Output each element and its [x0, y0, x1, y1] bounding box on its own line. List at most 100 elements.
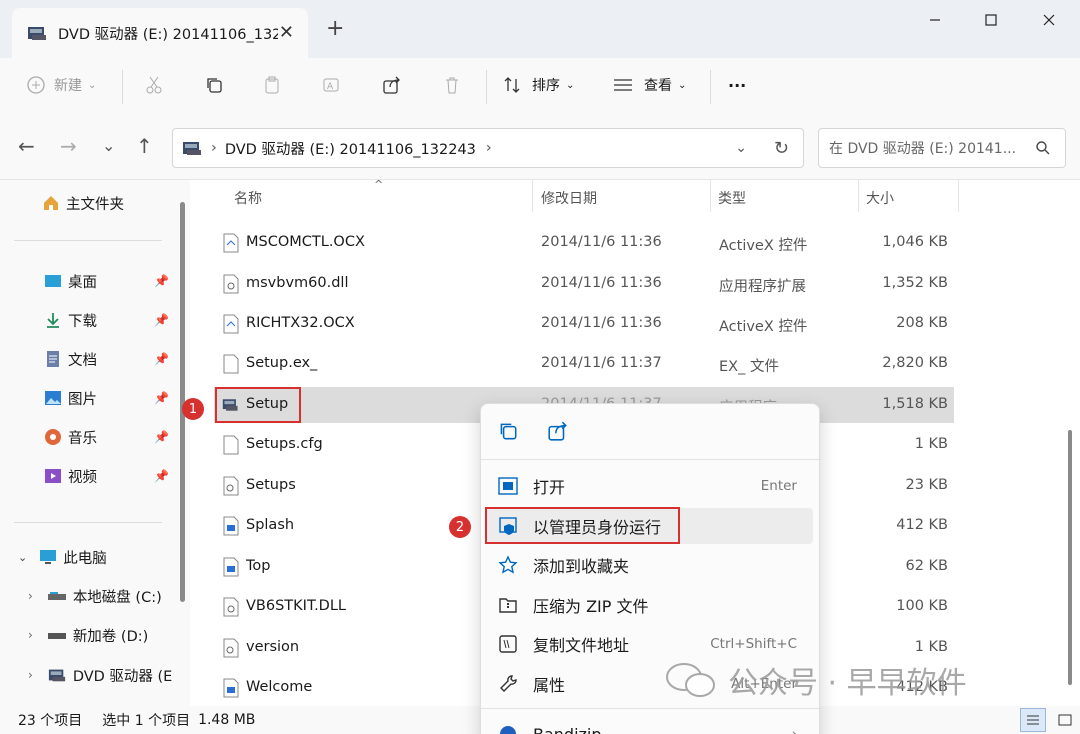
file-size: 1,352 KB: [882, 275, 948, 291]
view-icon: [614, 79, 632, 91]
sidebar-item-home[interactable]: 主文件夹: [0, 188, 175, 218]
tiles-view-button[interactable]: [1052, 708, 1078, 732]
sidebar-item-desktop[interactable]: 桌面 📌: [0, 266, 175, 296]
view-button[interactable]: 查看 ⌄: [612, 70, 686, 100]
sidebar-item-drive-c[interactable]: › 本地磁盘 (C:): [0, 581, 175, 611]
file-size: 100 KB: [896, 598, 948, 614]
close-button[interactable]: [1026, 8, 1072, 32]
details-view-button[interactable]: [1020, 708, 1046, 732]
tab-dvd-drive[interactable]: DVD 驱动器 (E:) 20141106_132243 ✕: [12, 8, 308, 58]
sidebar-item-drive-d[interactable]: › 新加卷 (D:): [0, 620, 175, 650]
breadcrumb-separator-icon: ›: [211, 140, 217, 156]
copy-button[interactable]: [204, 70, 224, 100]
menu-item-shortcut: Ctrl+Shift+C: [710, 636, 797, 652]
column-header-name[interactable]: 名称: [234, 188, 262, 218]
content-scrollbar[interactable]: [1068, 430, 1072, 685]
chevron-down-icon: ⌄: [88, 79, 97, 91]
menu-item-bandizip[interactable]: Bandizip ›: [485, 716, 813, 734]
menu-item-label: 复制文件地址: [533, 636, 630, 655]
up-arrow-icon[interactable]: ↑: [136, 134, 153, 158]
sort-icon: [504, 77, 520, 93]
menu-item-label: 压缩为 ZIP 文件: [533, 597, 649, 616]
chevron-right-icon[interactable]: ›: [28, 628, 33, 642]
file-date: 2014/11/6 11:36: [541, 315, 662, 331]
breadcrumb-path[interactable]: DVD 驱动器 (E:) 20141106_132243: [225, 138, 476, 159]
column-divider[interactable]: [958, 180, 959, 212]
settings-file-icon: [223, 476, 239, 496]
address-field[interactable]: › DVD 驱动器 (E:) 20141106_132243 › ⌄ ↻: [172, 128, 804, 168]
sidebar-item-drive-e[interactable]: › DVD 驱动器 (E: [0, 660, 175, 690]
trash-icon: [446, 77, 458, 94]
file-type: ActiveX 控件: [719, 319, 808, 335]
sidebar-item-pictures[interactable]: 图片 📌: [0, 383, 175, 413]
back-arrow-icon[interactable]: ←: [18, 134, 35, 158]
sidebar-item-music[interactable]: 音乐 📌: [0, 422, 175, 452]
share-button[interactable]: [382, 70, 402, 100]
chevron-down-icon[interactable]: ⌄: [18, 551, 27, 564]
delete-button[interactable]: [442, 70, 462, 100]
menu-item-add-favorites[interactable]: 添加到收藏夹: [485, 547, 813, 583]
table-row[interactable]: msvbvm60.dll 2014/11/6 11:36 应用程序扩展 1,35…: [214, 266, 954, 302]
new-button[interactable]: 新建 ⌄: [26, 70, 96, 100]
sidebar-item-videos[interactable]: 视频 📌: [0, 461, 175, 491]
column-divider[interactable]: [710, 180, 711, 212]
address-dropdown-icon[interactable]: ⌄: [735, 140, 747, 156]
more-options-button[interactable]: ···: [728, 70, 746, 100]
chevron-right-icon[interactable]: ›: [28, 668, 33, 682]
pin-icon[interactable]: 📌: [154, 430, 169, 444]
table-row[interactable]: RICHTX32.OCX 2014/11/6 11:36 ActiveX 控件 …: [214, 306, 954, 342]
search-input[interactable]: 在 DVD 驱动器 (E:) 20141...: [818, 128, 1066, 168]
share-button[interactable]: [547, 420, 569, 446]
chevron-right-icon[interactable]: ›: [28, 589, 33, 603]
selection-size: 1.48 MB: [198, 712, 256, 728]
context-quick-actions: [481, 404, 821, 460]
column-divider[interactable]: [532, 180, 533, 212]
sidebar-item-label: 图片: [68, 391, 97, 408]
refresh-icon[interactable]: ↻: [774, 138, 789, 159]
table-row[interactable]: MSCOMCTL.OCX 2014/11/6 11:36 ActiveX 控件 …: [214, 225, 954, 261]
copy-button[interactable]: [497, 420, 519, 446]
share-icon: [383, 76, 400, 94]
wrench-icon: [497, 673, 519, 695]
pin-icon[interactable]: 📌: [154, 274, 169, 288]
rename-button[interactable]: A: [322, 70, 342, 100]
maximize-button[interactable]: [968, 8, 1014, 32]
forward-arrow-icon[interactable]: →: [60, 134, 77, 158]
pin-icon[interactable]: 📌: [154, 469, 169, 483]
sidebar-item-this-pc[interactable]: ⌄ 此电脑: [0, 542, 175, 572]
recent-chevron-icon[interactable]: ⌄: [102, 136, 115, 155]
table-row[interactable]: Setup.ex_ 2014/11/6 11:37 EX_ 文件 2,820 K…: [214, 346, 954, 382]
column-header-type[interactable]: 类型: [718, 188, 746, 218]
cut-button[interactable]: [144, 70, 164, 100]
sidebar-item-label: 桌面: [68, 274, 97, 291]
menu-item-copy-path[interactable]: 复制文件地址 Ctrl+Shift+C: [485, 626, 813, 662]
chevron-down-icon: ⌄: [566, 79, 575, 91]
new-tab-button[interactable]: +: [326, 16, 344, 41]
file-name: VB6STKIT.DLL: [246, 598, 347, 614]
paste-button[interactable]: [262, 70, 282, 100]
pin-icon[interactable]: 📌: [154, 391, 169, 405]
sidebar-item-downloads[interactable]: 下载 📌: [0, 305, 175, 335]
file-size: 1,518 KB: [882, 396, 948, 412]
divider: [14, 240, 162, 241]
minimize-icon: [930, 19, 940, 21]
watermark-text: 公众号 · 早早软件: [728, 666, 967, 701]
tab-close-icon[interactable]: ✕: [279, 22, 294, 43]
plus-circle-icon: [27, 76, 45, 94]
sidebar-item-documents[interactable]: 文档 📌: [0, 344, 175, 374]
file-size: 1 KB: [914, 436, 948, 452]
column-divider[interactable]: [858, 180, 859, 212]
pin-icon[interactable]: 📌: [154, 352, 169, 366]
file-name: Splash: [246, 517, 295, 533]
rename-icon: A: [323, 78, 339, 92]
pin-icon[interactable]: 📌: [154, 313, 169, 327]
minimize-button[interactable]: [912, 8, 958, 32]
file-icon: [223, 314, 239, 334]
menu-item-open[interactable]: 打开 Enter: [485, 468, 813, 504]
sidebar-item-label: 文档: [68, 352, 97, 369]
highlight-box-setup: [215, 387, 301, 423]
menu-item-compress-zip[interactable]: 压缩为 ZIP 文件: [485, 587, 813, 623]
sort-button[interactable]: 排序 ⌄: [502, 70, 574, 100]
column-header-date[interactable]: 修改日期: [541, 188, 597, 218]
column-header-size[interactable]: 大小: [866, 188, 894, 218]
